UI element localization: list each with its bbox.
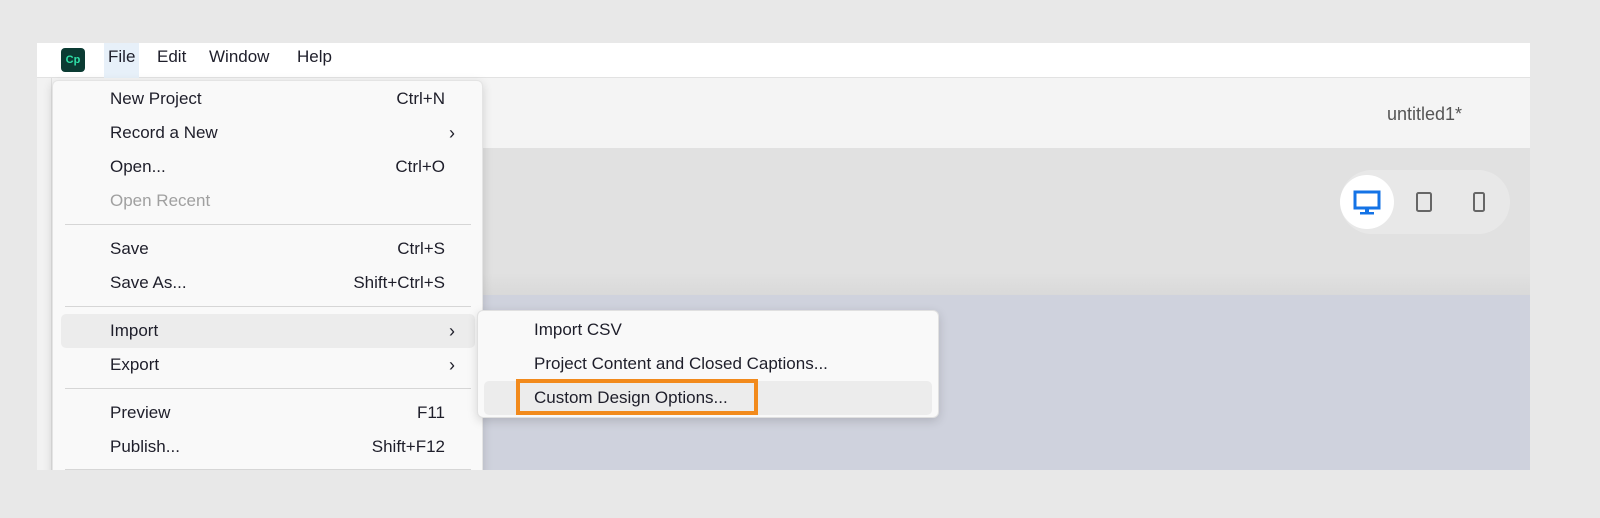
menu-item-label: Record a New (110, 123, 218, 142)
mobile-view-button[interactable] (1452, 175, 1506, 229)
shortcut: F11 (416, 403, 445, 422)
menu-item-import[interactable]: Import › (61, 314, 475, 348)
shortcut: Ctrl+O (395, 157, 445, 176)
menu-item-save[interactable]: Save Ctrl+S (61, 232, 475, 266)
device-preview-switcher (1340, 170, 1510, 234)
left-panel (37, 78, 52, 470)
submenu-item-project-content-captions[interactable]: Project Content and Closed Captions... (484, 347, 932, 381)
menu-item-export[interactable]: Export › (61, 348, 475, 382)
chevron-right-icon: › (449, 321, 455, 341)
separator (65, 388, 471, 389)
desktop-view-button[interactable] (1340, 175, 1394, 229)
menu-item-preview[interactable]: Preview F11 (61, 396, 475, 430)
menu-item-new-project[interactable]: New Project Ctrl+N (61, 82, 475, 116)
shortcut: Shift+Ctrl+S (353, 273, 445, 292)
menu-item-label: Export (110, 355, 160, 374)
file-menu: New Project Ctrl+N Record a New › Open... C… (52, 80, 483, 480)
separator (65, 306, 471, 307)
menu-item-open-recent: Open Recent (61, 184, 475, 218)
menu-item-label: New Project (110, 89, 202, 108)
menu-item-label: Import (110, 321, 159, 340)
chevron-right-icon: › (449, 123, 455, 143)
menu-item-label: Project Content and Closed Captions... (534, 354, 828, 373)
menu-item-label: Save As... (110, 273, 187, 292)
menu-window[interactable]: Window (205, 43, 273, 78)
shortcut: Ctrl+S (397, 239, 445, 258)
menu-item-record-a-new[interactable]: Record a New › (61, 116, 475, 150)
menu-item-label: Open... (110, 157, 166, 176)
menu-item-label: Import CSV (534, 320, 622, 339)
submenu-item-import-csv[interactable]: Import CSV (484, 313, 932, 347)
chevron-right-icon: › (449, 355, 455, 375)
menu-file[interactable]: File (104, 43, 140, 78)
menu-item-label: Preview (110, 403, 171, 422)
desktop-icon (1353, 190, 1381, 215)
menu-item-save-as[interactable]: Save As... Shift+Ctrl+S (61, 266, 475, 300)
separator (65, 224, 471, 225)
menu-edit[interactable]: Edit (153, 43, 190, 78)
menu-item-publish[interactable]: Publish... Shift+F12 (61, 430, 475, 464)
page-margin (0, 470, 1600, 518)
menubar: Cp File Edit Window Help (37, 43, 1530, 78)
tablet-icon (1416, 192, 1432, 212)
menu-item-open[interactable]: Open... Ctrl+O (61, 150, 475, 184)
shortcut: Ctrl+N (396, 89, 445, 108)
highlight-box (516, 379, 758, 415)
menu-item-label: Save (110, 239, 149, 258)
menu-item-label: Open Recent (110, 191, 211, 210)
shortcut: Shift+F12 (371, 437, 445, 456)
menu-item-label: Publish... (110, 437, 180, 456)
document-title: untitled1* (1386, 104, 1462, 124)
mobile-icon (1473, 192, 1485, 212)
menu-help[interactable]: Help (293, 43, 336, 78)
captivate-logo: Cp (61, 48, 85, 72)
tablet-view-button[interactable] (1397, 175, 1451, 229)
